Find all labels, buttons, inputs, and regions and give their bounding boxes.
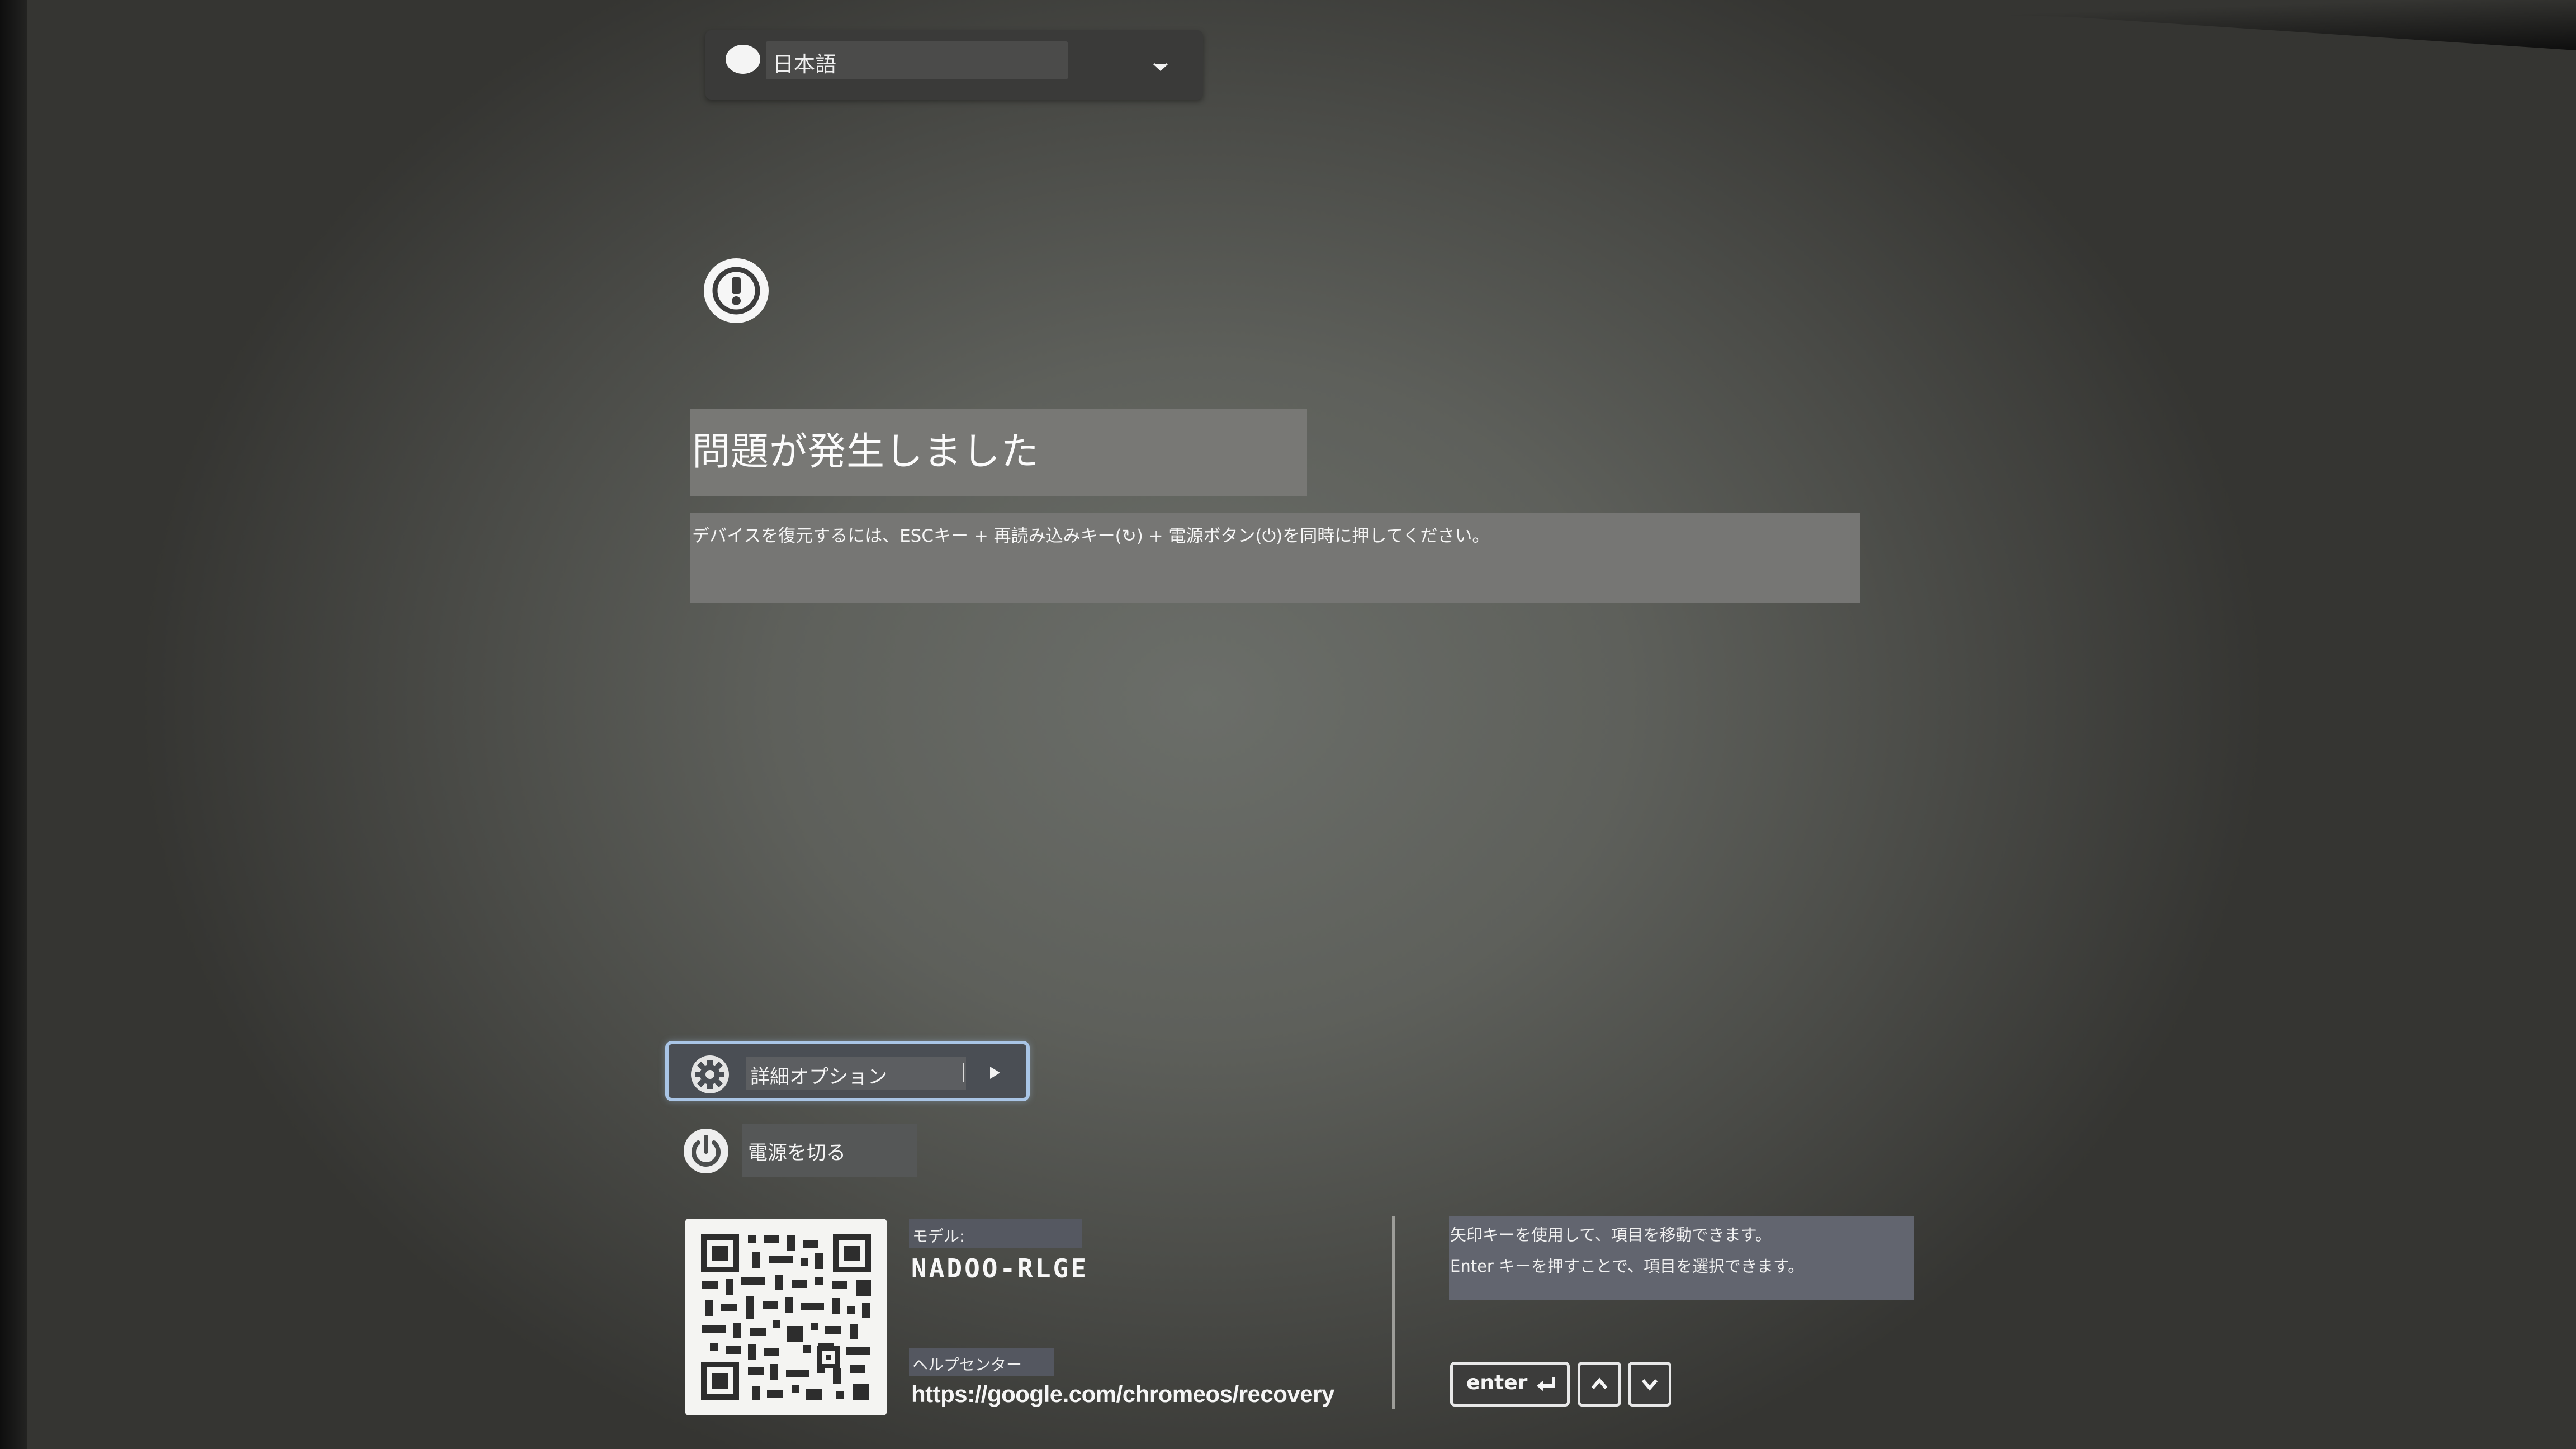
select-hint: Enter キーを押すことで、項目を選択できます。 (1450, 1257, 1805, 1276)
exclamation-circle-icon (704, 258, 769, 323)
model-value: NADOO-RLGE (911, 1253, 1088, 1284)
page-title: 問題が発生しました (692, 430, 1040, 474)
power-off-button[interactable]: 電源を切る (683, 1124, 917, 1177)
globe-icon (726, 45, 760, 74)
up-key-indicator (1578, 1362, 1621, 1407)
power-off-label: 電源を切る (748, 1142, 846, 1164)
language-select-value: 日本語 (773, 52, 837, 77)
advanced-options-button[interactable]: 詳細オプション (665, 1041, 1030, 1101)
help-center-caption: ヘルプセンター (912, 1356, 1022, 1374)
qr-code (685, 1219, 887, 1415)
enter-arrow-icon (1537, 1377, 1555, 1391)
gear-icon (691, 1055, 729, 1093)
enter-key-indicator: enter (1450, 1362, 1570, 1407)
screen-bezel-top (1342, 0, 2576, 50)
language-select[interactable]: 日本語 (705, 30, 1203, 100)
footer-divider (1392, 1216, 1395, 1409)
model-caption: モデル: (912, 1227, 965, 1246)
down-key-indicator (1628, 1362, 1671, 1407)
screen-bezel-left (0, 0, 27, 1449)
chevron-down-icon (1153, 63, 1168, 72)
power-icon (684, 1129, 728, 1173)
recovery-instructions: デバイスを復元するには、ESCキー + 再読み込みキー(↻) + 電源ボタン(⏻… (692, 526, 1490, 546)
enter-key-label: enter (1466, 1371, 1528, 1394)
help-center-url: https://google.com/chromeos/recovery (911, 1381, 1334, 1407)
navigation-hint: 矢印キーを使用して、項目を移動できます。 (1450, 1225, 1772, 1244)
chevron-up-icon (1591, 1377, 1608, 1389)
chevron-right-icon (990, 1067, 1000, 1079)
advanced-options-label: 詳細オプション (750, 1066, 888, 1088)
chevron-down-icon (1641, 1379, 1658, 1391)
text-cursor (963, 1063, 964, 1082)
